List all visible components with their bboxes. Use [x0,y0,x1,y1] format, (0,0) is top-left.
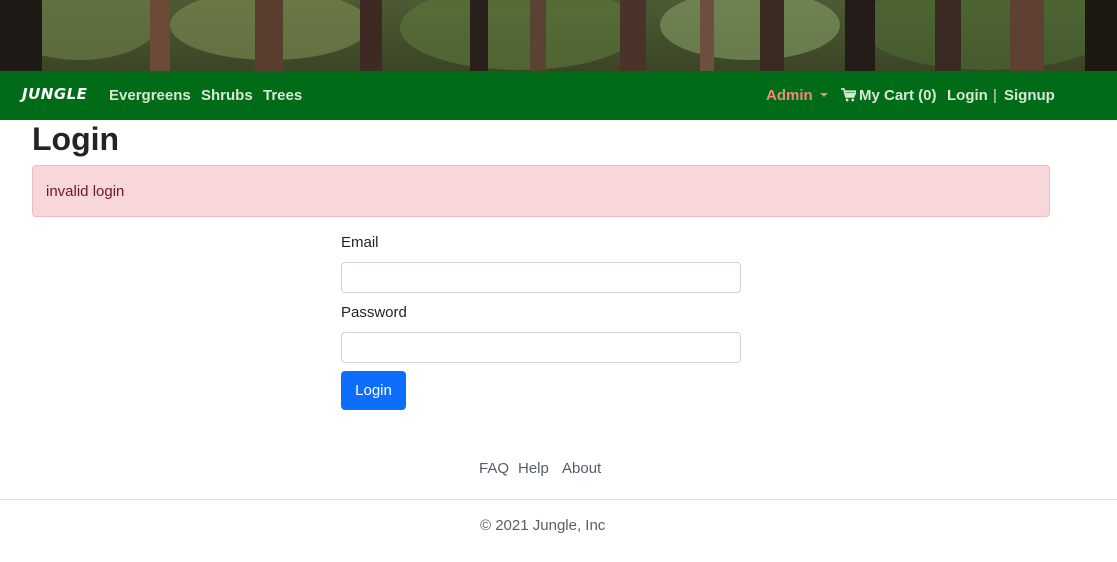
caret-down-icon [819,93,828,97]
cart-label: My Cart (0) [859,87,937,104]
nav-login-link[interactable]: Login [947,87,988,104]
copyright-text: © 2021 Jungle, Inc [480,517,606,534]
footer-link-faq[interactable]: FAQ [479,460,509,477]
admin-dropdown[interactable]: Admin [766,87,828,104]
cart-link[interactable]: My Cart (0) [841,87,937,104]
cart-icon [841,88,856,102]
navbar: JUNGLE Evergreens Shrubs Trees Admin My … [0,71,1117,120]
email-label: Email [341,234,379,251]
alert-message: invalid login [46,183,125,200]
password-field[interactable] [341,332,741,363]
nav-divider: | [993,87,997,104]
footer-link-about[interactable]: About [562,460,601,477]
page-title: Login [32,121,120,157]
brand-logo[interactable]: JUNGLE [22,85,87,103]
error-alert: invalid login [32,165,1050,217]
nav-link-shrubs[interactable]: Shrubs [201,87,253,104]
admin-label: Admin [766,87,813,104]
footer-divider [0,499,1117,500]
nav-link-trees[interactable]: Trees [263,87,302,104]
login-button[interactable]: Login [341,371,406,410]
email-field[interactable] [341,262,741,293]
password-label: Password [341,304,407,321]
forest-banner-image [0,0,1117,71]
nav-link-evergreens[interactable]: Evergreens [109,87,191,104]
nav-signup-link[interactable]: Signup [1004,87,1055,104]
footer-link-help[interactable]: Help [518,460,549,477]
